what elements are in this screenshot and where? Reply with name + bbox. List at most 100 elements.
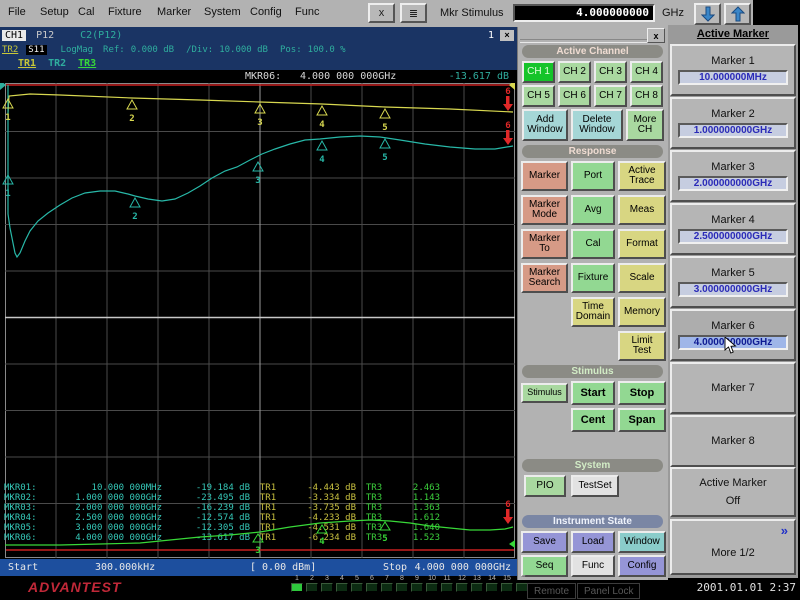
softkey-menu: x Active Channel CH 1 CH 2 CH 3 CH 4 CH … [517, 27, 668, 580]
ch3-button[interactable]: CH 3 [594, 61, 627, 83]
marker-search-button[interactable]: Marker Search [521, 263, 568, 293]
marker-up-button[interactable] [724, 3, 751, 25]
time-domain-button[interactable]: Time Domain [571, 297, 615, 327]
channel-indicator: 5 [351, 575, 363, 592]
fixture-button[interactable]: Fixture [571, 263, 615, 293]
span-button[interactable]: Span [618, 408, 666, 432]
marker-mode-button[interactable]: Marker Mode [521, 195, 568, 225]
channel-indicator: 2 [306, 575, 318, 592]
marker-table-row: MKR04:2.500 000 000GHz-12.574 dBTR1-4.23… [4, 513, 514, 523]
format-button[interactable]: Format [618, 229, 666, 259]
channel-indicator: 1 [291, 575, 303, 592]
remote-indicator: Remote [527, 583, 576, 599]
channel-indicator: 13 [471, 575, 483, 592]
marker1-value[interactable]: 10.000000MHz [678, 70, 788, 85]
ch2-button[interactable]: CH 2 [558, 61, 591, 83]
cent-button[interactable]: Cent [571, 408, 615, 432]
trace-info-line: TR2 S11 LogMag Ref: 0.000 dB /Div: 10.00… [0, 43, 517, 56]
stimulus-button[interactable]: Stimulus [521, 383, 568, 403]
marker5-button[interactable]: Marker 5 3.000000000GHz [670, 256, 796, 308]
delete-window-button[interactable]: Delete Window [571, 109, 623, 141]
mkr-stimulus-input[interactable]: 4.000000000 [513, 4, 655, 22]
channel-indicator: 7 [381, 575, 393, 592]
menu-list-icon[interactable]: ≣ [400, 3, 427, 23]
load-button[interactable]: Load [571, 531, 615, 553]
marker5-value[interactable]: 3.000000000GHz [678, 282, 788, 297]
marker4-button[interactable]: Marker 4 2.500000000GHz [670, 203, 796, 255]
marker1-button[interactable]: Marker 1 10.000000MHz [670, 44, 796, 96]
more-pages-button[interactable]: » More 1/2 [670, 519, 796, 575]
memory-button[interactable]: Memory [618, 297, 666, 327]
port-button[interactable]: Port [571, 161, 615, 191]
channel-indicator: 14 [486, 575, 498, 592]
cal-label: C2(P12) [80, 30, 122, 41]
active-marker-off-button[interactable]: Active Marker Off [670, 467, 796, 517]
start-button[interactable]: Start [571, 381, 615, 405]
cal-button[interactable]: Cal [571, 229, 615, 259]
scale-button[interactable]: Scale [618, 263, 666, 293]
channel-indicator: 8 [396, 575, 408, 592]
ch5-button[interactable]: CH 5 [522, 85, 555, 107]
meas-button[interactable]: Meas [618, 195, 666, 225]
more-ch-button[interactable]: More CH [626, 109, 664, 141]
func-button[interactable]: Func [571, 555, 615, 577]
menu-marker[interactable]: Marker [157, 6, 191, 18]
close-toolbar-button[interactable]: x [368, 3, 395, 23]
marker-button[interactable]: Marker [521, 161, 568, 191]
measurement-window: CH1 P12 C2(P12) 1 × TR2 S11 LogMag Ref: … [0, 27, 517, 576]
pio-button[interactable]: PIO [524, 475, 566, 497]
window-close-icon[interactable]: × [500, 30, 514, 41]
power-value: [ 0.00 dBm] [250, 562, 316, 573]
ch7-button[interactable]: CH 7 [594, 85, 627, 107]
active-trace-label: TR2 [2, 45, 18, 55]
marker-table-row: MKR05:3.000 000 000GHz-12.305 dBTR1-4.53… [4, 523, 514, 533]
marker6-button[interactable]: Marker 6 4.000000000GHz [670, 309, 796, 361]
marker-table-row: MKR03:2.000 000 000GHz-16.239 dBTR1-3.73… [4, 503, 514, 513]
mouse-cursor-icon [724, 337, 737, 354]
softkey-close-icon[interactable]: x [647, 28, 665, 43]
testset-button[interactable]: TestSet [571, 475, 619, 497]
marker-down-button[interactable] [694, 3, 721, 25]
tab-tr1[interactable]: TR1 [18, 58, 36, 69]
system-header: System [522, 459, 663, 472]
marker-readout-line: MKR06: 4.000 000 000GHz -13.617 dB [0, 70, 517, 83]
channel-indicator: 4 [336, 575, 348, 592]
ch4-button[interactable]: CH 4 [630, 61, 663, 83]
marker8-button[interactable]: Marker 8 [670, 415, 796, 467]
seq-button[interactable]: Seq [521, 555, 568, 577]
marker-to-button[interactable]: Marker To [521, 229, 568, 259]
channel-indicator: 3 [321, 575, 333, 592]
port-label: P12 [36, 30, 54, 41]
menu-fixture[interactable]: Fixture [108, 6, 142, 18]
window-button[interactable]: Window [618, 531, 666, 553]
window-number: 1 [488, 30, 494, 41]
tab-tr2[interactable]: TR2 [48, 58, 66, 69]
menu-setup[interactable]: Setup [40, 6, 69, 18]
ch1-button[interactable]: CH 1 [522, 61, 555, 83]
menu-file[interactable]: File [8, 6, 26, 18]
add-window-button[interactable]: Add Window [522, 109, 568, 141]
marker2-button[interactable]: Marker 2 1.000000000GHz [670, 97, 796, 149]
marker7-button[interactable]: Marker 7 [670, 362, 796, 414]
menu-system[interactable]: System [204, 6, 241, 18]
menu-func[interactable]: Func [295, 6, 319, 18]
marker4-value[interactable]: 2.500000000GHz [678, 229, 788, 244]
tab-tr3[interactable]: TR3 [78, 58, 96, 69]
marker2-value[interactable]: 1.000000000GHz [678, 123, 788, 138]
config-button[interactable]: Config [618, 555, 666, 577]
pos-value: 100.0 % [308, 45, 346, 55]
marker3-button[interactable]: Marker 3 2.000000000GHz [670, 150, 796, 202]
marker3-value[interactable]: 2.000000000GHz [678, 176, 788, 191]
panel-lock-indicator: Panel Lock [577, 583, 640, 599]
menu-cal[interactable]: Cal [78, 6, 95, 18]
stop-button[interactable]: Stop [618, 381, 666, 405]
avg-button[interactable]: Avg [571, 195, 615, 225]
format-label: LogMag [61, 45, 94, 55]
save-button[interactable]: Save [521, 531, 568, 553]
ch6-button[interactable]: CH 6 [558, 85, 591, 107]
marker-table-row: MKR02:1.000 000 000GHz-23.495 dBTR1-3.33… [4, 493, 514, 503]
menu-config[interactable]: Config [250, 6, 282, 18]
limit-test-button[interactable]: Limit Test [618, 331, 666, 361]
active-trace-button[interactable]: Active Trace [618, 161, 666, 191]
ch8-button[interactable]: CH 8 [630, 85, 663, 107]
